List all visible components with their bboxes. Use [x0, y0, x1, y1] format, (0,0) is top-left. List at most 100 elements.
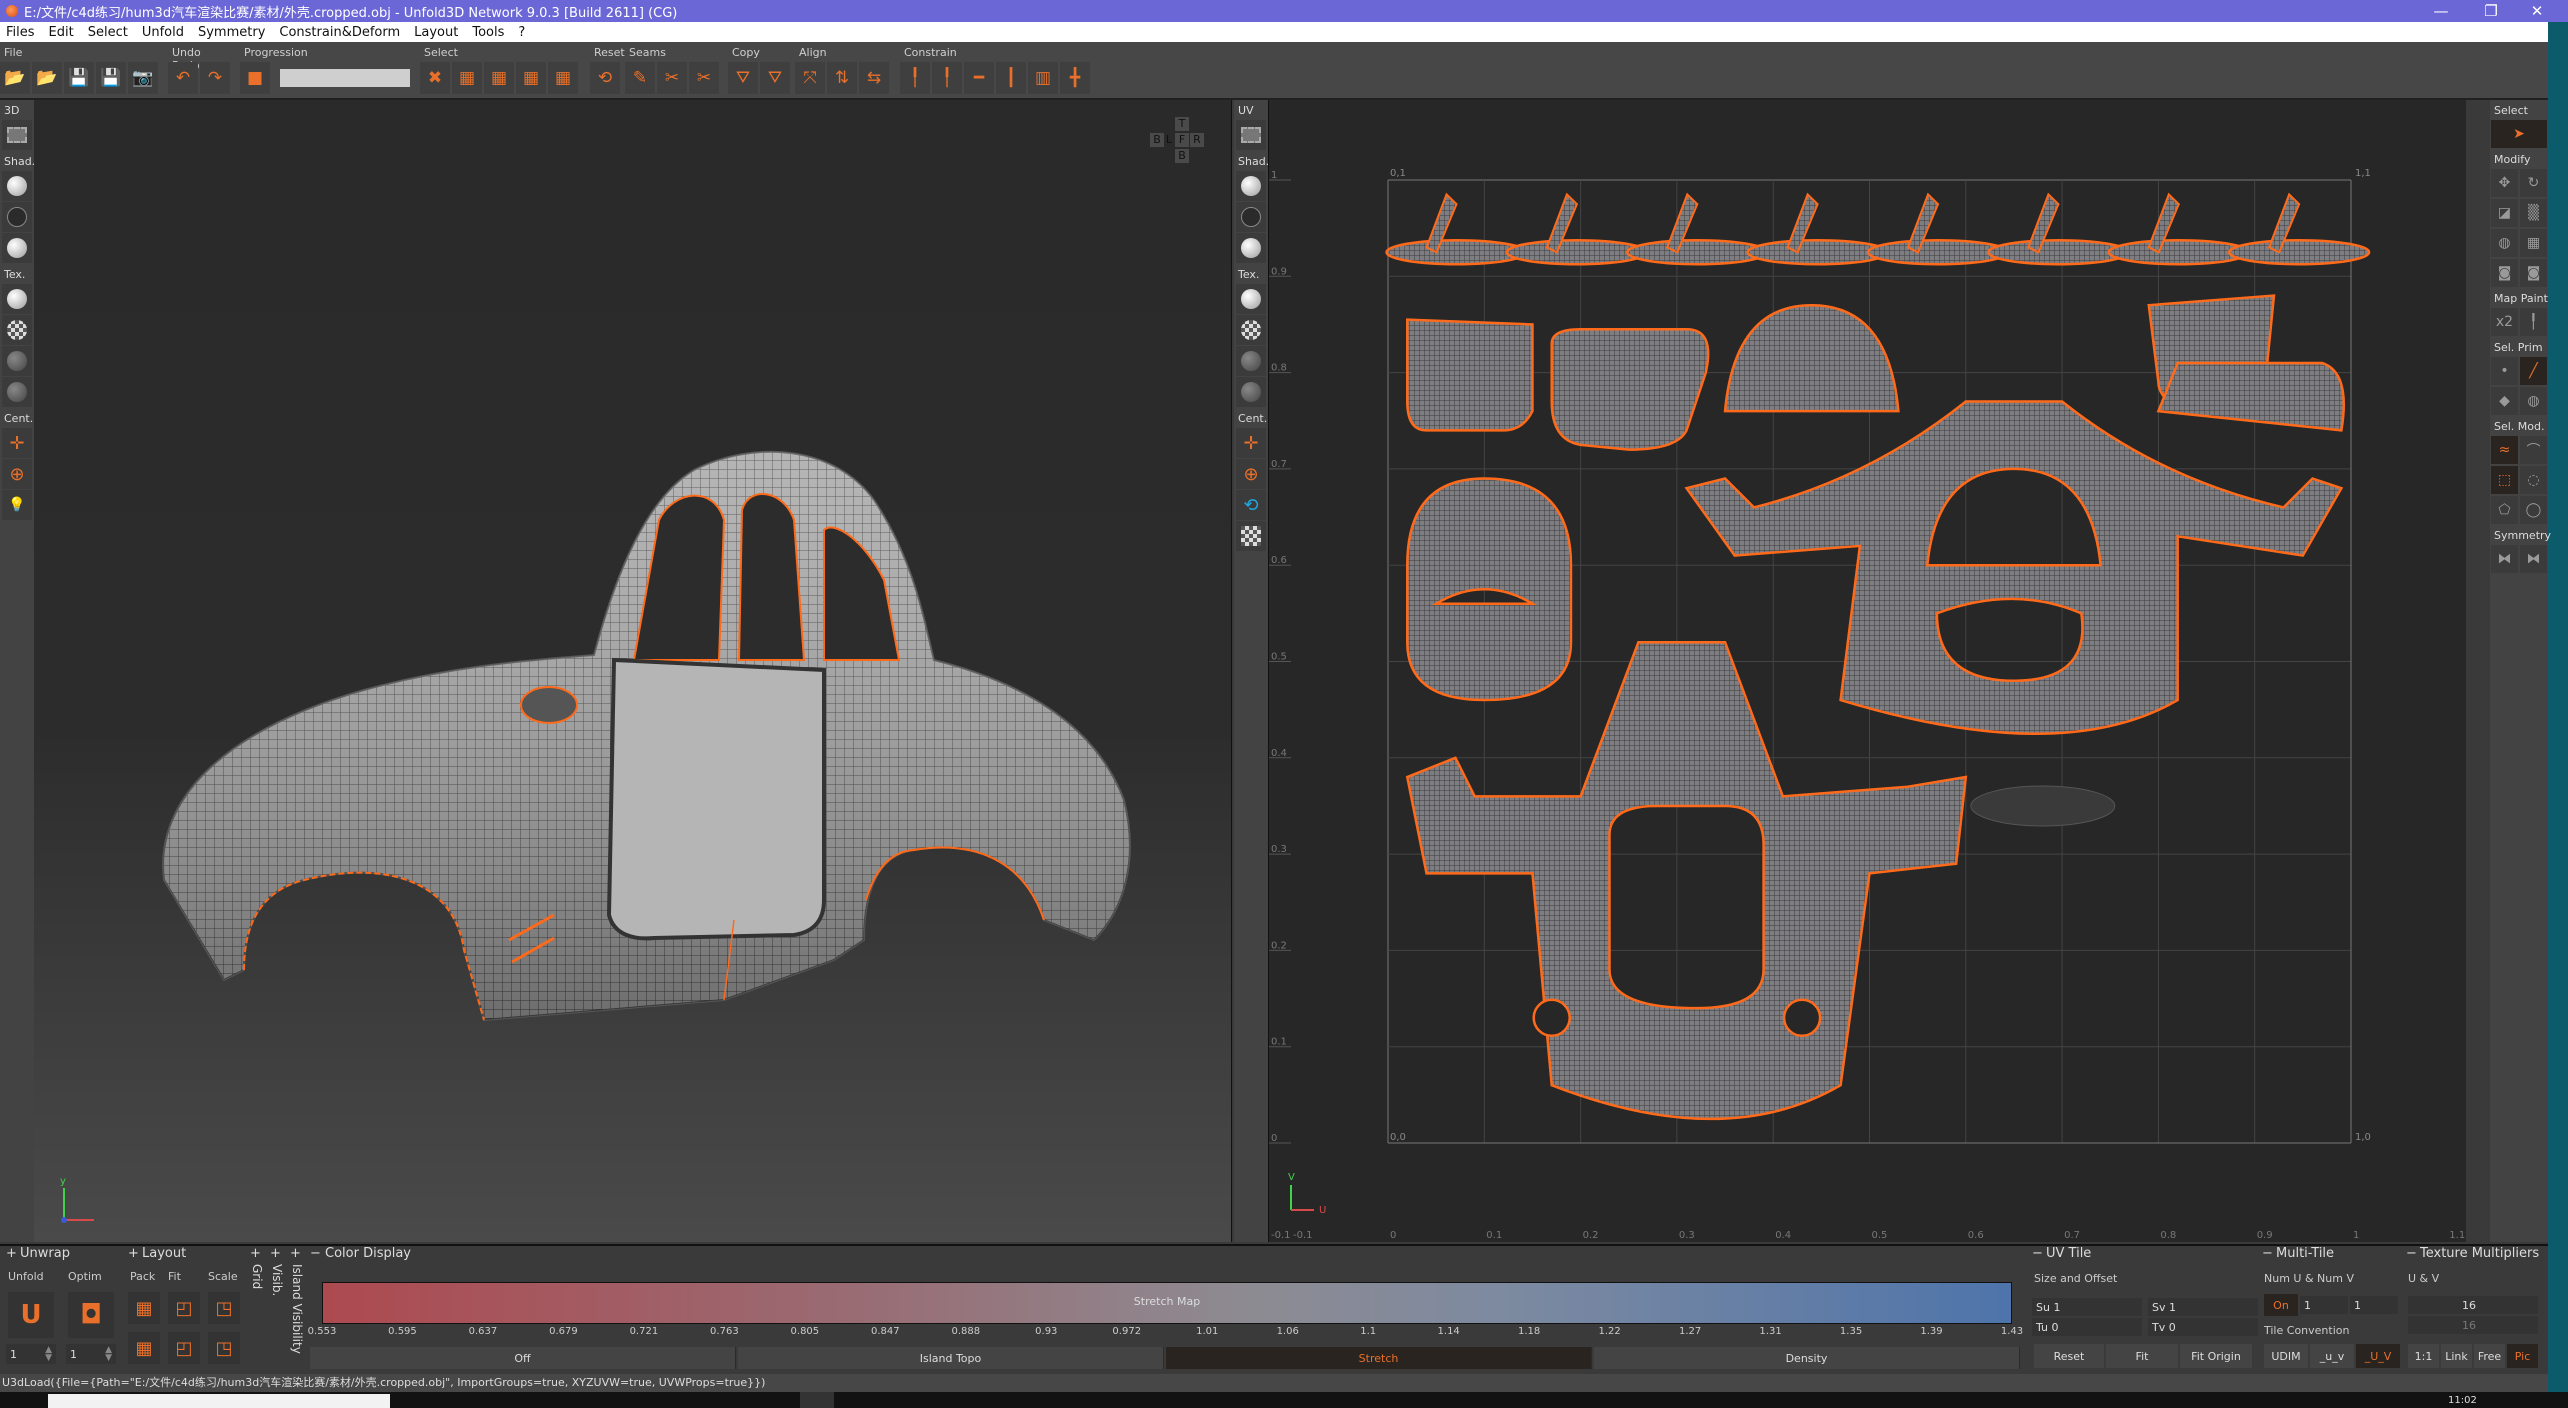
- menu-layout[interactable]: Layout: [414, 25, 458, 40]
- menu-symmetry[interactable]: Symmetry: [198, 25, 265, 40]
- undo-button[interactable]: ↶: [168, 62, 198, 94]
- island-visibility-expand-icon[interactable]: +: [290, 1246, 301, 1261]
- lasso-select-button[interactable]: ◌: [2520, 466, 2547, 494]
- taskbar-app-button[interactable]: [800, 1392, 834, 1408]
- select-invert-button[interactable]: ▦: [484, 62, 514, 94]
- align-horizontal-button[interactable]: ⇅: [827, 62, 857, 94]
- visib-expand-icon[interactable]: +: [270, 1246, 281, 1261]
- close-button[interactable]: ✕: [2512, 0, 2562, 22]
- menu-edit[interactable]: Edit: [49, 25, 74, 40]
- frame-button[interactable]: [1236, 120, 1266, 150]
- center-mesh-button[interactable]: ⊕: [2, 459, 32, 489]
- grid-expand-icon[interactable]: +: [250, 1246, 261, 1261]
- spinner-arrows-icon[interactable]: ▲ ▼: [45, 1346, 52, 1363]
- texture-mult-free-button[interactable]: Free: [2474, 1344, 2505, 1368]
- u-multiplier-slider[interactable]: 16: [2408, 1296, 2538, 1314]
- brush-select-button[interactable]: ≈: [2491, 436, 2518, 464]
- uv-tile-collapse-icon[interactable]: −: [2032, 1246, 2043, 1261]
- spinner-arrows-icon[interactable]: ▲ ▼: [105, 1346, 112, 1363]
- fit-island-button[interactable]: ◰: [168, 1332, 200, 1364]
- unpin-button[interactable]: ╿: [932, 62, 962, 94]
- rotate-button[interactable]: ↻: [2520, 169, 2547, 197]
- unfold-button[interactable]: U: [8, 1292, 54, 1338]
- grid-section[interactable]: Grid: [250, 1264, 264, 1289]
- paint-pin-button[interactable]: ╿: [2520, 308, 2547, 336]
- shaded-wire-button[interactable]: [2, 233, 32, 263]
- viewport-3d[interactable]: T B L F R B y: [34, 100, 1232, 1242]
- select-mos-button[interactable]: ▦: [548, 62, 578, 94]
- texture-binary-button[interactable]: [1236, 346, 1266, 376]
- menu-tools[interactable]: Tools: [472, 25, 504, 40]
- texture-mult-pic-button[interactable]: Pic: [2507, 1344, 2538, 1368]
- tv-input[interactable]: Tv 0: [2148, 1318, 2258, 1336]
- sv-input[interactable]: Sv 1: [2148, 1298, 2258, 1316]
- open-button[interactable]: 📂: [0, 62, 30, 94]
- texture-u-button[interactable]: [2, 377, 32, 407]
- shaded-wire-button[interactable]: [1236, 233, 1266, 263]
- symmetry-button[interactable]: ⧓: [2491, 545, 2518, 573]
- texture-u-button[interactable]: [1236, 377, 1266, 407]
- save-as-button[interactable]: 💾: [96, 62, 126, 94]
- select-grow-button[interactable]: ▦: [516, 62, 546, 94]
- texture-mult-1to1-button[interactable]: 1:1: [2408, 1344, 2439, 1368]
- wireframe-button[interactable]: [1236, 202, 1266, 232]
- edge-mode-button[interactable]: ╱: [2520, 357, 2547, 385]
- lock-sync-button[interactable]: ⟲: [1236, 490, 1266, 520]
- su-input[interactable]: Su 1: [2032, 1298, 2142, 1316]
- scale-p-button[interactable]: ◳: [208, 1332, 240, 1364]
- center-mesh-button[interactable]: ⊕: [1236, 459, 1266, 489]
- tile-convention-uv-button[interactable]: _U_V: [2356, 1344, 2400, 1368]
- deselect-button[interactable]: ✖: [420, 62, 450, 94]
- polygon-select-button[interactable]: ⬠: [2491, 496, 2518, 524]
- viewport-uv[interactable]: 1 0.9 0.8 0.7 0.6 0.5 0.4 0.3 0.2 0.1 0 -0.1 -0.1 0 0.…: [1268, 100, 2466, 1242]
- x2-button[interactable]: x2: [2491, 308, 2518, 336]
- fit-button[interactable]: ◰: [168, 1292, 200, 1324]
- rect-select-button[interactable]: ⬚: [2491, 466, 2518, 494]
- v-multiplier-slider[interactable]: 16: [2408, 1316, 2538, 1334]
- taskbar-search-box[interactable]: [48, 1394, 390, 1408]
- tu-input[interactable]: Tu 0: [2032, 1318, 2142, 1336]
- circle-select-button[interactable]: ◯: [2520, 496, 2547, 524]
- optimize-button[interactable]: ◘: [68, 1292, 114, 1338]
- texture-plain-button[interactable]: [2, 284, 32, 314]
- constrain-grid-button[interactable]: ▥: [1028, 62, 1058, 94]
- island-visibility-section[interactable]: Island Visibility: [290, 1264, 304, 1354]
- texture-checker-button[interactable]: [1236, 315, 1266, 345]
- layout-expand-icon[interactable]: +: [128, 1246, 139, 1261]
- pack-move-button[interactable]: ▦: [128, 1332, 160, 1364]
- constrain-horizontal-button[interactable]: ━: [964, 62, 994, 94]
- unwrap-expand-icon[interactable]: +: [6, 1246, 17, 1261]
- light-button[interactable]: 💡: [2, 490, 32, 520]
- flatten-button[interactable]: ◙: [2491, 259, 2518, 287]
- restore-button[interactable]: ❐: [2466, 0, 2516, 22]
- frame-button[interactable]: [2, 120, 32, 150]
- texture-plain-button[interactable]: [1236, 284, 1266, 314]
- constrain-clear-button[interactable]: ╋: [1060, 62, 1090, 94]
- move-button[interactable]: ✥: [2491, 169, 2518, 197]
- save-button[interactable]: 💾: [64, 62, 94, 94]
- visib-section[interactable]: Visib.: [270, 1264, 284, 1296]
- cut-button[interactable]: ✎: [625, 62, 655, 94]
- menu-help[interactable]: ?: [518, 25, 525, 40]
- auto-seam-button[interactable]: ✂: [689, 62, 719, 94]
- tile-convention-udim-button[interactable]: UDIM: [2264, 1344, 2308, 1368]
- reset-button[interactable]: ⟲: [590, 62, 620, 94]
- pack-button[interactable]: ▦: [128, 1292, 160, 1324]
- unfold-iterations-input[interactable]: 1 ▲ ▼: [6, 1344, 56, 1364]
- face-mode-button[interactable]: ◆: [2491, 387, 2518, 415]
- symmetry-pin-button[interactable]: ⧓: [2520, 545, 2547, 573]
- texture-mult-link-button[interactable]: Link: [2441, 1344, 2472, 1368]
- redo-button[interactable]: ↷: [200, 62, 230, 94]
- color-mode-island-topo-button[interactable]: Island Topo: [738, 1347, 1164, 1369]
- num-v-input[interactable]: 1: [2350, 1296, 2398, 1314]
- minimize-button[interactable]: —: [2416, 0, 2466, 22]
- tile-convention-uv-button[interactable]: _u_v: [2310, 1344, 2354, 1368]
- constrain-vertical-button[interactable]: ┃: [996, 62, 1026, 94]
- shaded-button[interactable]: [2, 171, 32, 201]
- relax-button[interactable]: ◙: [2520, 259, 2547, 287]
- color-mode-density-button[interactable]: Density: [1594, 1347, 2020, 1369]
- menu-select[interactable]: Select: [88, 25, 128, 40]
- center-selection-button[interactable]: ✛: [1236, 428, 1266, 458]
- scale-1to1-button[interactable]: ◳: [208, 1292, 240, 1324]
- color-mode-stretch-button[interactable]: Stretch: [1166, 1347, 1592, 1369]
